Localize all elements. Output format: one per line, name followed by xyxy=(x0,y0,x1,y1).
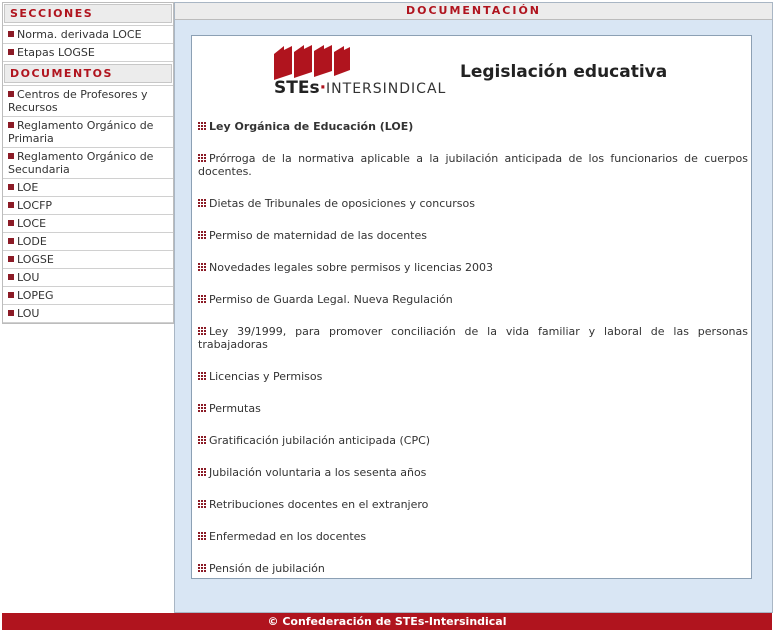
document-link-label: Permutas xyxy=(209,402,261,415)
document-link-label: Ley Orgánica de Educación (LOE) xyxy=(209,120,414,133)
footer: © Confederación de STEs-Intersindical xyxy=(2,613,772,630)
bullet-square-icon xyxy=(8,31,14,37)
documents-list: Centros de Profesores y Recursos Reglamen… xyxy=(3,85,173,323)
page-title: Legislación educativa xyxy=(460,62,668,82)
left-sidebar: SECCIONES Norma. derivada LOCE Etapas LOG… xyxy=(2,2,174,324)
document-link-label: Novedades legales sobre permisos y licen… xyxy=(209,261,494,274)
sidebar-link-label: LOU xyxy=(17,271,40,284)
documents-heading: DOCUMENTOS xyxy=(4,64,172,83)
document-link[interactable]: Ley 39/1999, para promover conciliación … xyxy=(198,325,748,351)
sidebar-link-label: LOPEG xyxy=(17,289,54,302)
content-box: STEs·INTERSINDICAL Legislación educativa… xyxy=(191,35,752,579)
logo-ste-text: STEs xyxy=(274,78,320,98)
document-link[interactable]: Jubilación voluntaria a los sesenta años xyxy=(198,466,748,479)
document-link-label: Permiso de maternidad de las docentes xyxy=(209,229,427,242)
document-link[interactable]: Novedades legales sobre permisos y licen… xyxy=(198,261,748,274)
sidebar-link-label: LOU xyxy=(17,307,40,320)
document-link-label: Prórroga de la normativa aplicable a la … xyxy=(198,152,748,178)
sidebar-link[interactable]: LOU xyxy=(3,268,173,286)
document-link[interactable]: Permiso de Guarda Legal. Nueva Regulació… xyxy=(198,293,748,306)
bullet-square-icon xyxy=(8,91,14,97)
document-link[interactable]: Gratificación jubilación anticipada (CPC… xyxy=(198,434,748,447)
bullet-square-icon xyxy=(8,220,14,226)
sidebar-link-label: LODE xyxy=(17,235,47,248)
document-link[interactable]: Ley Orgánica de Educación (LOE) xyxy=(198,120,748,133)
document-link-label: Permiso de Guarda Legal. Nueva Regulació… xyxy=(209,293,453,306)
grid-bullet-icon xyxy=(198,154,206,162)
sidebar-link[interactable]: Reglamento Orgánico de Primaria xyxy=(3,116,173,147)
document-link-label: Retribuciones docentes en el extranjero xyxy=(209,498,429,511)
grid-bullet-icon xyxy=(198,122,206,130)
bullet-square-icon xyxy=(8,256,14,262)
sidebar-link-label: LOCFP xyxy=(17,199,53,212)
sidebar-link-label: LOE xyxy=(17,181,39,194)
document-link[interactable]: Enfermedad en los docentes xyxy=(198,530,748,543)
sidebar-link[interactable]: LOCFP xyxy=(3,196,173,214)
document-link[interactable]: Prórroga de la normativa aplicable a la … xyxy=(198,152,748,178)
grid-bullet-icon xyxy=(198,372,206,380)
document-link-label: Jubilación voluntaria a los sesenta años xyxy=(209,466,427,479)
bullet-square-icon xyxy=(8,292,14,298)
sidebar-link-label: Reglamento Orgánico de Secundaria xyxy=(8,150,154,176)
sections-heading: SECCIONES xyxy=(4,4,172,23)
document-link-label: Ley 39/1999, para promover conciliación … xyxy=(198,325,748,351)
grid-bullet-icon xyxy=(198,295,206,303)
document-link[interactable]: Licencias y Permisos xyxy=(198,370,748,383)
bullet-square-icon xyxy=(8,310,14,316)
grid-bullet-icon xyxy=(198,231,206,239)
sidebar-link-label: Reglamento Orgánico de Primaria xyxy=(8,119,154,145)
sidebar-link[interactable]: LOCE xyxy=(3,214,173,232)
sidebar-link-label: LOGSE xyxy=(17,253,54,266)
sidebar-link-label: Etapas LOGSE xyxy=(17,46,95,59)
grid-bullet-icon xyxy=(198,327,206,335)
bullet-square-icon xyxy=(8,238,14,244)
sidebar-link-label: Norma. derivada LOCE xyxy=(17,28,142,41)
bullet-square-icon xyxy=(8,49,14,55)
grid-bullet-icon xyxy=(198,468,206,476)
sidebar-link[interactable]: LOE xyxy=(3,178,173,196)
bullet-square-icon xyxy=(8,153,14,159)
grid-bullet-icon xyxy=(198,404,206,412)
document-link-label: Pensión de jubilación xyxy=(209,562,325,575)
document-link[interactable]: Retribuciones docentes en el extranjero xyxy=(198,498,748,511)
document-list: Ley Orgánica de Educación (LOE) Prórroga … xyxy=(198,120,748,594)
grid-bullet-icon xyxy=(198,436,206,444)
document-link[interactable]: Permutas xyxy=(198,402,748,415)
grid-bullet-icon xyxy=(198,564,206,572)
bullet-square-icon xyxy=(8,122,14,128)
grid-bullet-icon xyxy=(198,263,206,271)
logo-intersindical-text: INTERSINDICAL xyxy=(326,81,447,97)
bullet-square-icon xyxy=(8,184,14,190)
sidebar-link[interactable]: LODE xyxy=(3,232,173,250)
document-link[interactable]: Pensión de jubilación xyxy=(198,562,748,575)
main-panel: DOCUMENTACIÓN STEs·INTERSINDICAL Legisla… xyxy=(174,2,773,613)
document-link[interactable]: Dietas de Tribunales de oposiciones y co… xyxy=(198,197,748,210)
grid-bullet-icon xyxy=(198,199,206,207)
logo-wordmark: STEs·INTERSINDICAL xyxy=(274,78,447,98)
sidebar-link[interactable]: Centros de Profesores y Recursos xyxy=(3,85,173,116)
document-link[interactable]: Permiso de maternidad de las docentes xyxy=(198,229,748,242)
sidebar-link-label: Centros de Profesores y Recursos xyxy=(8,88,148,114)
sidebar-link[interactable]: Norma. derivada LOCE xyxy=(3,25,173,43)
bullet-square-icon xyxy=(8,274,14,280)
sidebar-link[interactable]: LOPEG xyxy=(3,286,173,304)
sidebar-link-label: LOCE xyxy=(17,217,47,230)
sections-list: Norma. derivada LOCE Etapas LOGSE xyxy=(3,25,173,62)
document-link-label: Enfermedad en los docentes xyxy=(209,530,367,543)
bullet-square-icon xyxy=(8,202,14,208)
sidebar-link[interactable]: LOU xyxy=(3,304,173,322)
sidebar-link[interactable]: Reglamento Orgánico de Secundaria xyxy=(3,147,173,178)
grid-bullet-icon xyxy=(198,500,206,508)
document-link-label: Gratificación jubilación anticipada (CPC… xyxy=(209,434,431,447)
document-link-label: Licencias y Permisos xyxy=(209,370,323,383)
main-heading: DOCUMENTACIÓN xyxy=(175,3,772,20)
sidebar-link[interactable]: LOGSE xyxy=(3,250,173,268)
document-link-label: Dietas de Tribunales de oposiciones y co… xyxy=(209,197,475,210)
grid-bullet-icon xyxy=(198,532,206,540)
sidebar-link[interactable]: Etapas LOGSE xyxy=(3,43,173,61)
